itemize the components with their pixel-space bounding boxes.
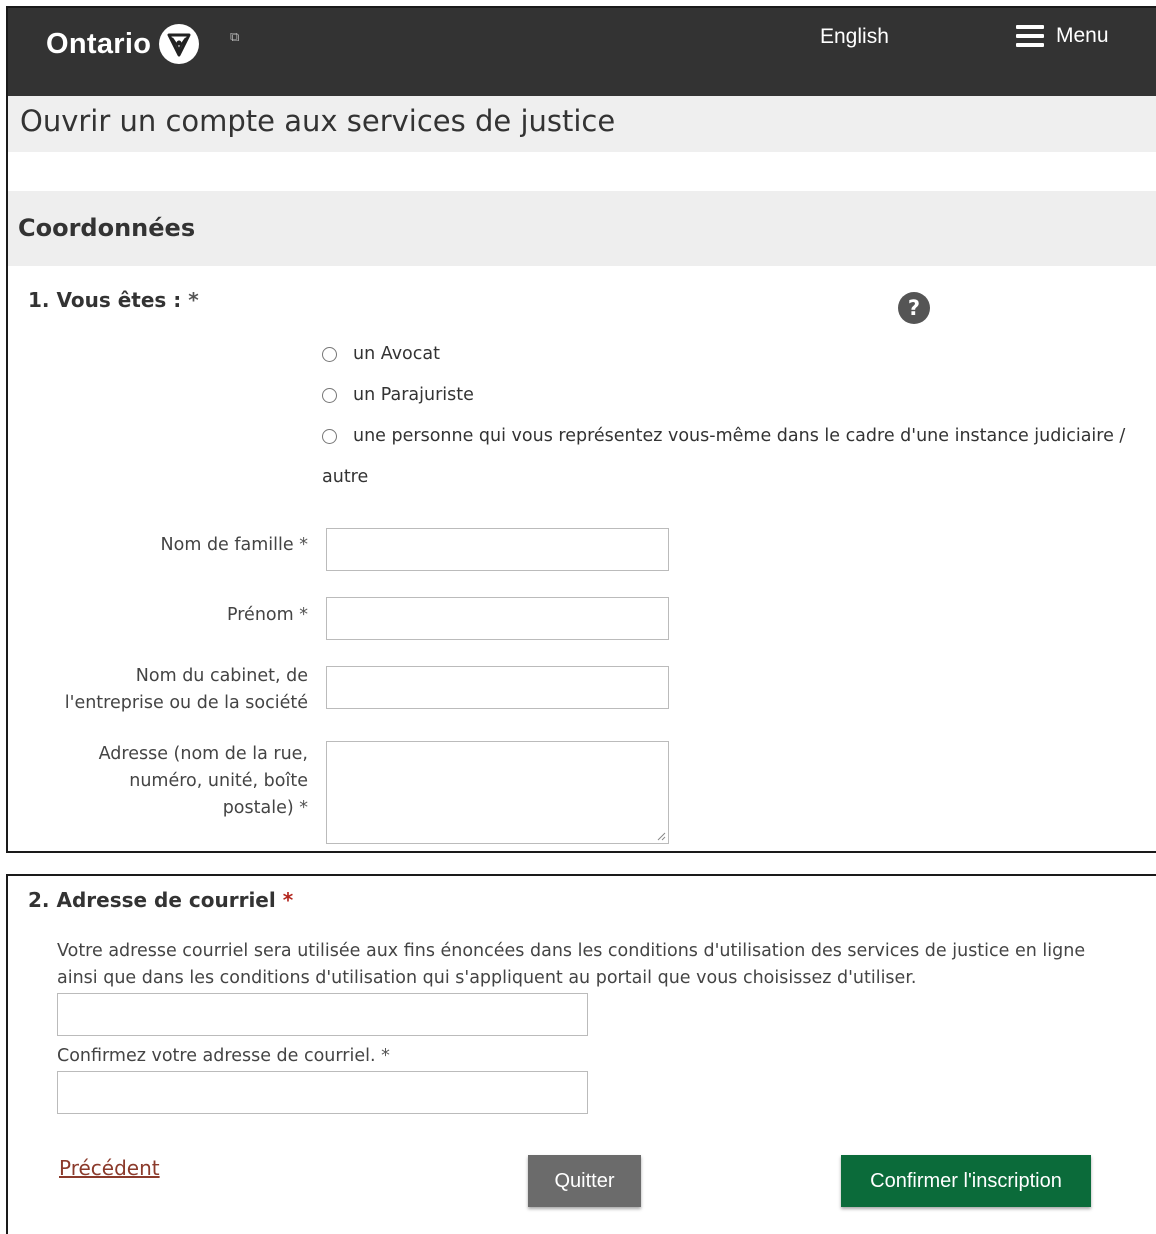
radio-label: une personne qui vous représentez vous-m… [353, 426, 1126, 446]
page-title-bar: Ouvrir un compte aux services de justice [8, 96, 1156, 152]
required-marker: * [188, 288, 199, 312]
address-label: Adresse (nom de la rue, numéro, unité, b… [98, 744, 308, 818]
page-title: Ouvrir un compte aux services de justice [20, 104, 616, 138]
ontario-logo-link[interactable]: Ontario [46, 24, 200, 64]
menu-label: Menu [1056, 24, 1109, 47]
confirm-email-label: Confirmez votre adresse de courriel. * [57, 1046, 390, 1066]
first-name-label: Prénom * [227, 605, 308, 625]
email-input[interactable] [57, 993, 588, 1036]
quit-button[interactable]: Quitter [528, 1155, 641, 1207]
resize-grip-icon[interactable] [656, 831, 666, 841]
first-name-input[interactable] [326, 597, 669, 640]
radio-avocat[interactable]: un Avocat [322, 344, 440, 364]
question-1-label: 1. Vous êtes : * [28, 288, 199, 312]
previous-link[interactable]: Précédent [59, 1156, 160, 1180]
company-label: Nom du cabinet, de l'entreprise ou de la… [64, 666, 308, 713]
radio-self-represented[interactable]: une personne qui vous représentez vous-m… [322, 426, 1125, 446]
registration-panel-top: Ontario ⧉ English Menu Ouvrir un compte … [6, 6, 1156, 853]
last-name-label: Nom de famille * [160, 535, 308, 555]
external-link-icon: ⧉ [230, 30, 240, 45]
help-icon[interactable]: ? [898, 292, 930, 324]
radio-label-continuation: autre [322, 467, 369, 487]
company-input[interactable] [326, 666, 669, 709]
top-navigation-bar: Ontario ⧉ English Menu [8, 8, 1156, 96]
required-marker: * [282, 888, 294, 912]
radio-circle[interactable] [322, 346, 337, 362]
radio-label: un Parajuriste [353, 385, 474, 405]
radio-circle[interactable] [322, 387, 337, 403]
language-toggle-link[interactable]: English [820, 25, 889, 49]
confirm-registration-button[interactable]: Confirmer l'inscription [841, 1155, 1091, 1207]
radio-parajuriste[interactable]: un Parajuriste [322, 385, 474, 405]
registration-panel-bottom: 2. Adresse de courriel * Votre adresse c… [6, 874, 1156, 1234]
trillium-icon [159, 24, 200, 64]
hamburger-icon [1016, 25, 1044, 47]
last-name-input[interactable] [326, 528, 669, 571]
section-title: Coordonnées [18, 214, 196, 242]
brand-name: Ontario [46, 27, 152, 60]
radio-circle[interactable] [322, 428, 337, 444]
email-description: Votre adresse courriel sera utilisée aux… [57, 941, 1086, 988]
menu-button[interactable]: Menu [1016, 24, 1109, 48]
address-textarea[interactable] [326, 741, 669, 844]
question-2-label: 2. Adresse de courriel * [28, 888, 294, 912]
confirm-email-input[interactable] [57, 1071, 588, 1114]
radio-label: un Avocat [353, 344, 440, 364]
section-header: Coordonnées [8, 191, 1156, 266]
